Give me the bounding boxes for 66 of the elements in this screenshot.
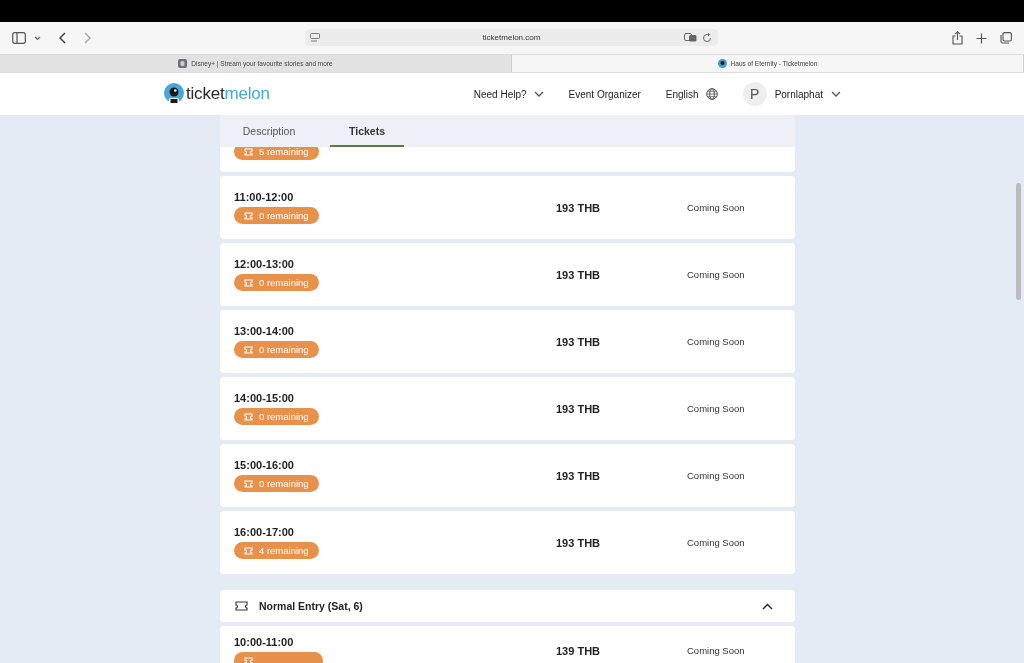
ticket-icon <box>244 147 253 156</box>
address-bar[interactable]: ticketmelon.com <box>305 29 718 46</box>
session-time: 14:00-15:00 <box>234 392 295 404</box>
ticket-price: 193 THB <box>556 536 602 549</box>
sale-status: Coming Soon <box>687 336 746 347</box>
tabs-overview-icon[interactable] <box>1000 32 1012 44</box>
ticket-icon <box>244 211 253 220</box>
remaining-badge: 0 remaining <box>234 475 319 492</box>
chevron-down-icon[interactable] <box>34 35 41 41</box>
sale-status: Coming Soon <box>687 470 746 481</box>
plus-icon[interactable] <box>976 32 987 44</box>
chevron-down-icon <box>533 91 544 97</box>
ticket-icon <box>244 278 253 287</box>
mascot-icon <box>163 83 185 105</box>
scrollbar[interactable] <box>1016 183 1021 300</box>
remaining-badge: 4 remaining <box>234 542 319 559</box>
ticket-price: 193 THB <box>556 402 602 415</box>
favicon-icon <box>717 59 727 68</box>
ticket-icon <box>235 601 248 611</box>
session-time: 12:00-13:00 <box>234 258 295 270</box>
sidebar-icon[interactable] <box>12 32 26 44</box>
remaining-badge: 0 remaining <box>234 408 319 425</box>
session-time: 16:00-17:00 <box>234 526 295 538</box>
remaining-badge: 0 remaining <box>234 207 319 224</box>
sale-status: Coming Soon <box>687 537 746 548</box>
url-text: ticketmelon.com <box>482 33 541 42</box>
section-header[interactable]: Normal Entry (Sat, 6) <box>220 590 795 622</box>
ticket-price: 139 THB <box>556 644 602 657</box>
translate-icon[interactable] <box>684 33 697 42</box>
reload-icon[interactable] <box>702 32 712 43</box>
tab[interactable]: Description <box>232 115 306 147</box>
globe-icon <box>705 88 718 100</box>
session-time: 11:00-12:00 <box>234 191 295 203</box>
ticket-price: 193 THB <box>556 268 602 281</box>
ticket-icon <box>244 345 253 354</box>
remaining-badge: 0 remaining <box>234 274 319 291</box>
ticket-icon <box>244 412 253 421</box>
page-menu-icon[interactable] <box>310 33 320 42</box>
share-icon[interactable] <box>952 31 963 45</box>
user-name: Pornlaphat <box>774 88 823 100</box>
nav-link[interactable]: Event Organizer <box>568 88 641 100</box>
ticket-icon <box>244 656 253 663</box>
session-time: 15:00-16:00 <box>234 459 295 471</box>
user-menu[interactable]: P Pornlaphat <box>742 82 841 106</box>
help-menu[interactable]: Need Help? <box>473 88 544 100</box>
chevron-up-icon[interactable] <box>762 602 773 610</box>
ticket-price: 193 THB <box>556 469 602 482</box>
ticket-price: 193 THB <box>556 335 602 348</box>
remaining-badge: 0 remaining <box>234 341 319 358</box>
sale-status: Coming Soon <box>687 202 746 213</box>
section-title: Normal Entry (Sat, 6) <box>259 600 364 612</box>
ticket-icon <box>244 479 253 488</box>
language-menu[interactable]: English <box>665 88 718 100</box>
session-time: 10:00-11:00 <box>234 636 295 648</box>
ticketmelon-logo[interactable]: ticketmelon <box>163 83 270 105</box>
favicon-icon <box>178 59 188 68</box>
avatar: P <box>742 82 767 106</box>
chevron-down-icon <box>831 91 841 97</box>
sale-status: Coming Soon <box>687 644 746 656</box>
session-time: 13:00-14:00 <box>234 325 295 337</box>
ticket-price: 193 THB <box>556 201 602 214</box>
sale-status: Coming Soon <box>687 403 746 414</box>
remaining-badge: 5 remaining <box>234 147 319 160</box>
sale-status: Coming Soon <box>687 269 746 280</box>
back-icon[interactable] <box>59 32 66 44</box>
ticket-icon <box>244 546 253 555</box>
